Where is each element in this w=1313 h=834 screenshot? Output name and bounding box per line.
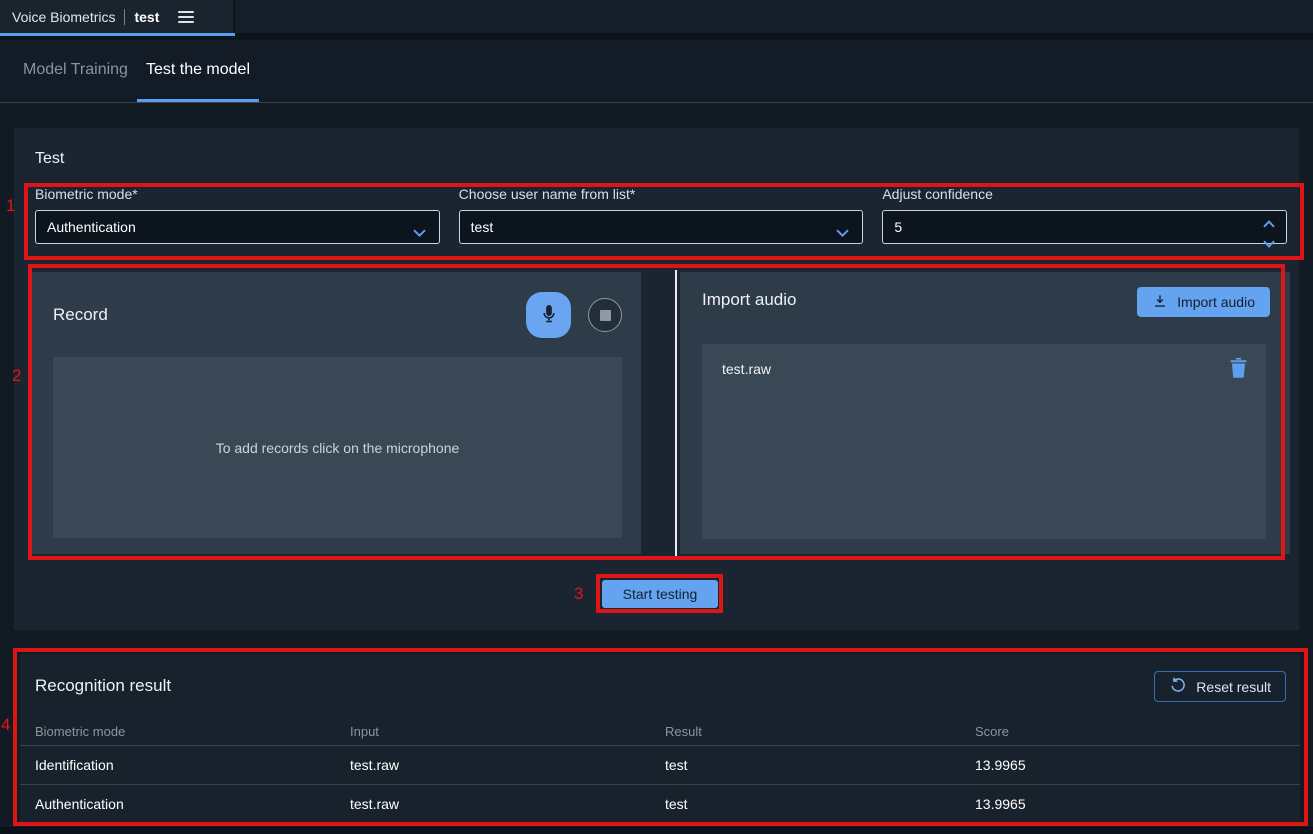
table-row: Identification test.raw test 13.9965	[20, 746, 1300, 784]
recognition-result-title: Recognition result	[35, 676, 171, 696]
stop-icon	[600, 310, 611, 321]
microphone-icon	[538, 303, 560, 328]
start-testing-button[interactable]: Start testing	[602, 580, 718, 608]
confidence-label: Adjust confidence	[882, 186, 1287, 202]
annotation-label-2: 2	[12, 366, 21, 386]
column-header-score: Score	[975, 724, 1300, 739]
results-table-header: Biometric mode Input Result Score	[20, 718, 1300, 746]
window-tab[interactable]: Voice Biometrics test	[0, 0, 235, 33]
imported-files-list: test.raw	[702, 344, 1266, 539]
user-name-label: Choose user name from list*	[459, 186, 864, 202]
record-microphone-button[interactable]	[526, 292, 571, 338]
record-stop-button[interactable]	[588, 298, 622, 332]
cell-input: test.raw	[350, 757, 665, 773]
app-title: Voice Biometrics	[12, 9, 115, 25]
spinner-up-icon[interactable]	[1263, 215, 1275, 231]
import-audio-button[interactable]: Import audio	[1137, 287, 1270, 317]
test-section-title: Test	[35, 150, 64, 168]
reset-result-button-label: Reset result	[1196, 679, 1271, 695]
record-dropzone[interactable]: To add records click on the microphone	[53, 357, 622, 538]
annotation-label-3: 3	[574, 584, 583, 604]
cell-biometric-mode: Authentication	[35, 796, 350, 812]
chevron-down-icon	[836, 224, 849, 240]
download-icon	[1152, 293, 1168, 312]
user-name-value: test	[471, 219, 494, 235]
record-header: Record	[53, 286, 622, 344]
hamburger-menu-icon[interactable]	[178, 11, 194, 23]
import-audio-button-label: Import audio	[1177, 294, 1255, 310]
reset-result-button[interactable]: Reset result	[1154, 671, 1286, 702]
tab-test-the-model[interactable]: Test the model	[137, 40, 259, 102]
file-item: test.raw	[722, 357, 1248, 381]
record-hint-text: To add records click on the microphone	[216, 440, 460, 456]
reset-icon	[1169, 676, 1187, 697]
confidence-value: 5	[894, 219, 902, 235]
cell-input: test.raw	[350, 796, 665, 812]
file-name: test.raw	[722, 361, 771, 377]
cell-score: 13.9965	[975, 757, 1300, 773]
column-header-input: Input	[350, 724, 665, 739]
active-window-tab-underline	[0, 33, 235, 36]
biometric-mode-label: Biometric mode*	[35, 186, 440, 202]
chevron-down-icon	[413, 224, 426, 240]
audio-panels-row: Record	[30, 270, 1304, 558]
tab-model-training[interactable]: Model Training	[14, 40, 137, 102]
table-row: Authentication test.raw test 13.9965	[20, 784, 1300, 822]
import-header: Import audio Import audio	[702, 290, 1270, 317]
cell-biometric-mode: Identification	[35, 757, 350, 773]
biometric-mode-value: Authentication	[47, 219, 136, 235]
confidence-input[interactable]: 5	[882, 210, 1287, 244]
test-form-row: Biometric mode* Authentication Choose us…	[35, 186, 1287, 244]
record-panel: Record	[30, 272, 641, 554]
recognition-result-section: Recognition result Reset result Biometri…	[20, 654, 1300, 822]
delete-file-button[interactable]	[1229, 357, 1248, 381]
title-separator	[124, 9, 125, 25]
panels-divider	[675, 270, 677, 558]
tab-bar: Model Training Test the model	[0, 40, 1313, 103]
annotation-label-1: 1	[6, 196, 15, 216]
test-section: Test Biometric mode* Authentication Choo…	[14, 128, 1299, 630]
results-table: Biometric mode Input Result Score Identi…	[20, 718, 1300, 822]
import-audio-title: Import audio	[702, 290, 797, 310]
spinner-down-icon[interactable]	[1263, 235, 1275, 251]
biometric-mode-field: Biometric mode* Authentication	[35, 186, 440, 244]
column-header-biometric-mode: Biometric mode	[35, 724, 350, 739]
column-header-result: Result	[665, 724, 975, 739]
import-audio-panel: Import audio Import audio test.raw	[680, 272, 1290, 554]
record-actions	[526, 292, 622, 338]
cell-score: 13.9965	[975, 796, 1300, 812]
confidence-field: Adjust confidence 5	[882, 186, 1287, 244]
biometric-mode-select[interactable]: Authentication	[35, 210, 440, 244]
confidence-spinner	[1263, 215, 1275, 251]
annotation-label-4: 4	[1, 715, 10, 735]
cell-result: test	[665, 796, 975, 812]
bottom-strip	[0, 827, 1313, 834]
trash-icon	[1229, 366, 1248, 381]
top-bar: Voice Biometrics test	[0, 0, 1313, 33]
voice-biometrics-app: Voice Biometrics test Model Training Tes…	[0, 0, 1313, 834]
user-name-field: Choose user name from list* test	[459, 186, 864, 244]
cell-result: test	[665, 757, 975, 773]
record-title: Record	[53, 305, 108, 325]
user-name-select[interactable]: test	[459, 210, 864, 244]
app-subtitle: test	[134, 9, 159, 25]
